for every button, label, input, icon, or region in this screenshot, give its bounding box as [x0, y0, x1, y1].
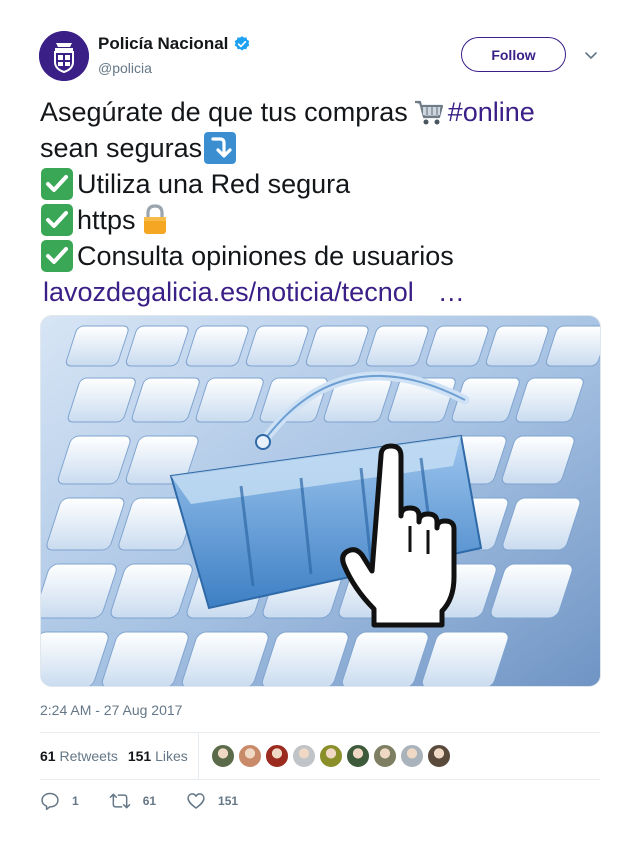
retweet-button[interactable]: 61: [109, 791, 156, 811]
tweet-line-1-text: Asegúrate de que tus compras: [40, 97, 408, 127]
display-name[interactable]: Policía Nacional: [98, 34, 228, 54]
check-mark-button-icon: [41, 240, 73, 272]
check-mark-button-icon: [41, 168, 73, 200]
divider: [40, 779, 600, 780]
tweet-media-image[interactable]: [40, 315, 601, 687]
likes-label: Likes: [155, 748, 188, 764]
chevron-down-icon[interactable]: [583, 47, 599, 63]
tweet-timestamp[interactable]: 2:24 AM - 27 Aug 2017: [40, 702, 182, 718]
tweet-line-5: Consulta opiniones de usuarios: [40, 238, 600, 274]
liker-avatar[interactable]: [264, 744, 289, 768]
liker-avatar[interactable]: [318, 744, 343, 768]
liker-avatar[interactable]: [291, 744, 316, 768]
like-count: 151: [218, 794, 239, 808]
liker-avatar[interactable]: [399, 744, 424, 768]
liker-avatar[interactable]: [345, 744, 370, 768]
tweet-text: Asegúrate de que tus compras #online sea…: [40, 94, 600, 310]
retweets-stat[interactable]: 61 Retweets: [40, 748, 118, 764]
stats-separator: [197, 733, 199, 779]
likes-stat[interactable]: 151 Likes: [128, 748, 188, 764]
tweet-line-4-text: https: [77, 205, 136, 235]
handle[interactable]: @policia: [98, 59, 251, 77]
link-ellipsis[interactable]: …: [438, 274, 465, 310]
tweet-line-2-text: sean seguras: [40, 133, 203, 163]
tweet-line-2: sean seguras: [40, 130, 600, 166]
tweet-stats: 61 Retweets 151 Likes: [40, 733, 600, 779]
reply-icon: [41, 792, 59, 811]
retweet-count: 61: [142, 794, 157, 808]
tweet-actions: 1 61 151: [40, 790, 268, 812]
arrow-down-icon: [204, 132, 237, 164]
tweet-line-3-text: Utiliza una Red segura: [77, 169, 351, 199]
shopping-cart-icon: [414, 100, 443, 125]
hashtag-link[interactable]: #online: [448, 94, 535, 130]
liker-avatar[interactable]: [237, 744, 262, 768]
tweet-line-4: https: [40, 202, 600, 238]
liker-avatars: [210, 744, 451, 768]
liker-avatar[interactable]: [426, 744, 451, 768]
tweet-card: Policía Nacional @policia Follow Asegúra…: [0, 0, 640, 841]
tweet-link-line[interactable]: lavozdegalicia.es/noticia/tecnol …: [43, 274, 600, 310]
lock-icon: [143, 204, 166, 234]
retweets-count: 61: [40, 748, 56, 764]
verified-badge-icon: [235, 36, 250, 51]
author-names: Policía Nacional @policia: [98, 34, 251, 77]
retweets-label: Retweets: [59, 748, 118, 764]
follow-button[interactable]: Follow: [461, 37, 566, 72]
reply-count: 1: [72, 794, 79, 808]
display-name-row[interactable]: Policía Nacional: [98, 34, 251, 54]
tweet-line-1: Asegúrate de que tus compras #online: [40, 94, 600, 130]
police-crest-icon: [39, 31, 89, 81]
liker-avatar[interactable]: [372, 744, 397, 768]
avatar[interactable]: [39, 31, 89, 81]
like-button[interactable]: 151: [186, 791, 238, 811]
shopping-basket-keyboard-image: [41, 316, 600, 686]
liker-avatar[interactable]: [210, 744, 235, 768]
tweet-line-3: Utiliza una Red segura: [40, 166, 600, 202]
article-link[interactable]: lavozdegalicia.es/noticia/tecnol: [43, 274, 414, 310]
reply-button[interactable]: 1: [40, 791, 79, 811]
check-mark-button-icon: [41, 204, 73, 236]
tweet-line-5-text: Consulta opiniones de usuarios: [77, 241, 454, 271]
heart-icon: [187, 793, 205, 809]
likes-count: 151: [127, 748, 152, 764]
retweet-icon: [109, 793, 131, 809]
